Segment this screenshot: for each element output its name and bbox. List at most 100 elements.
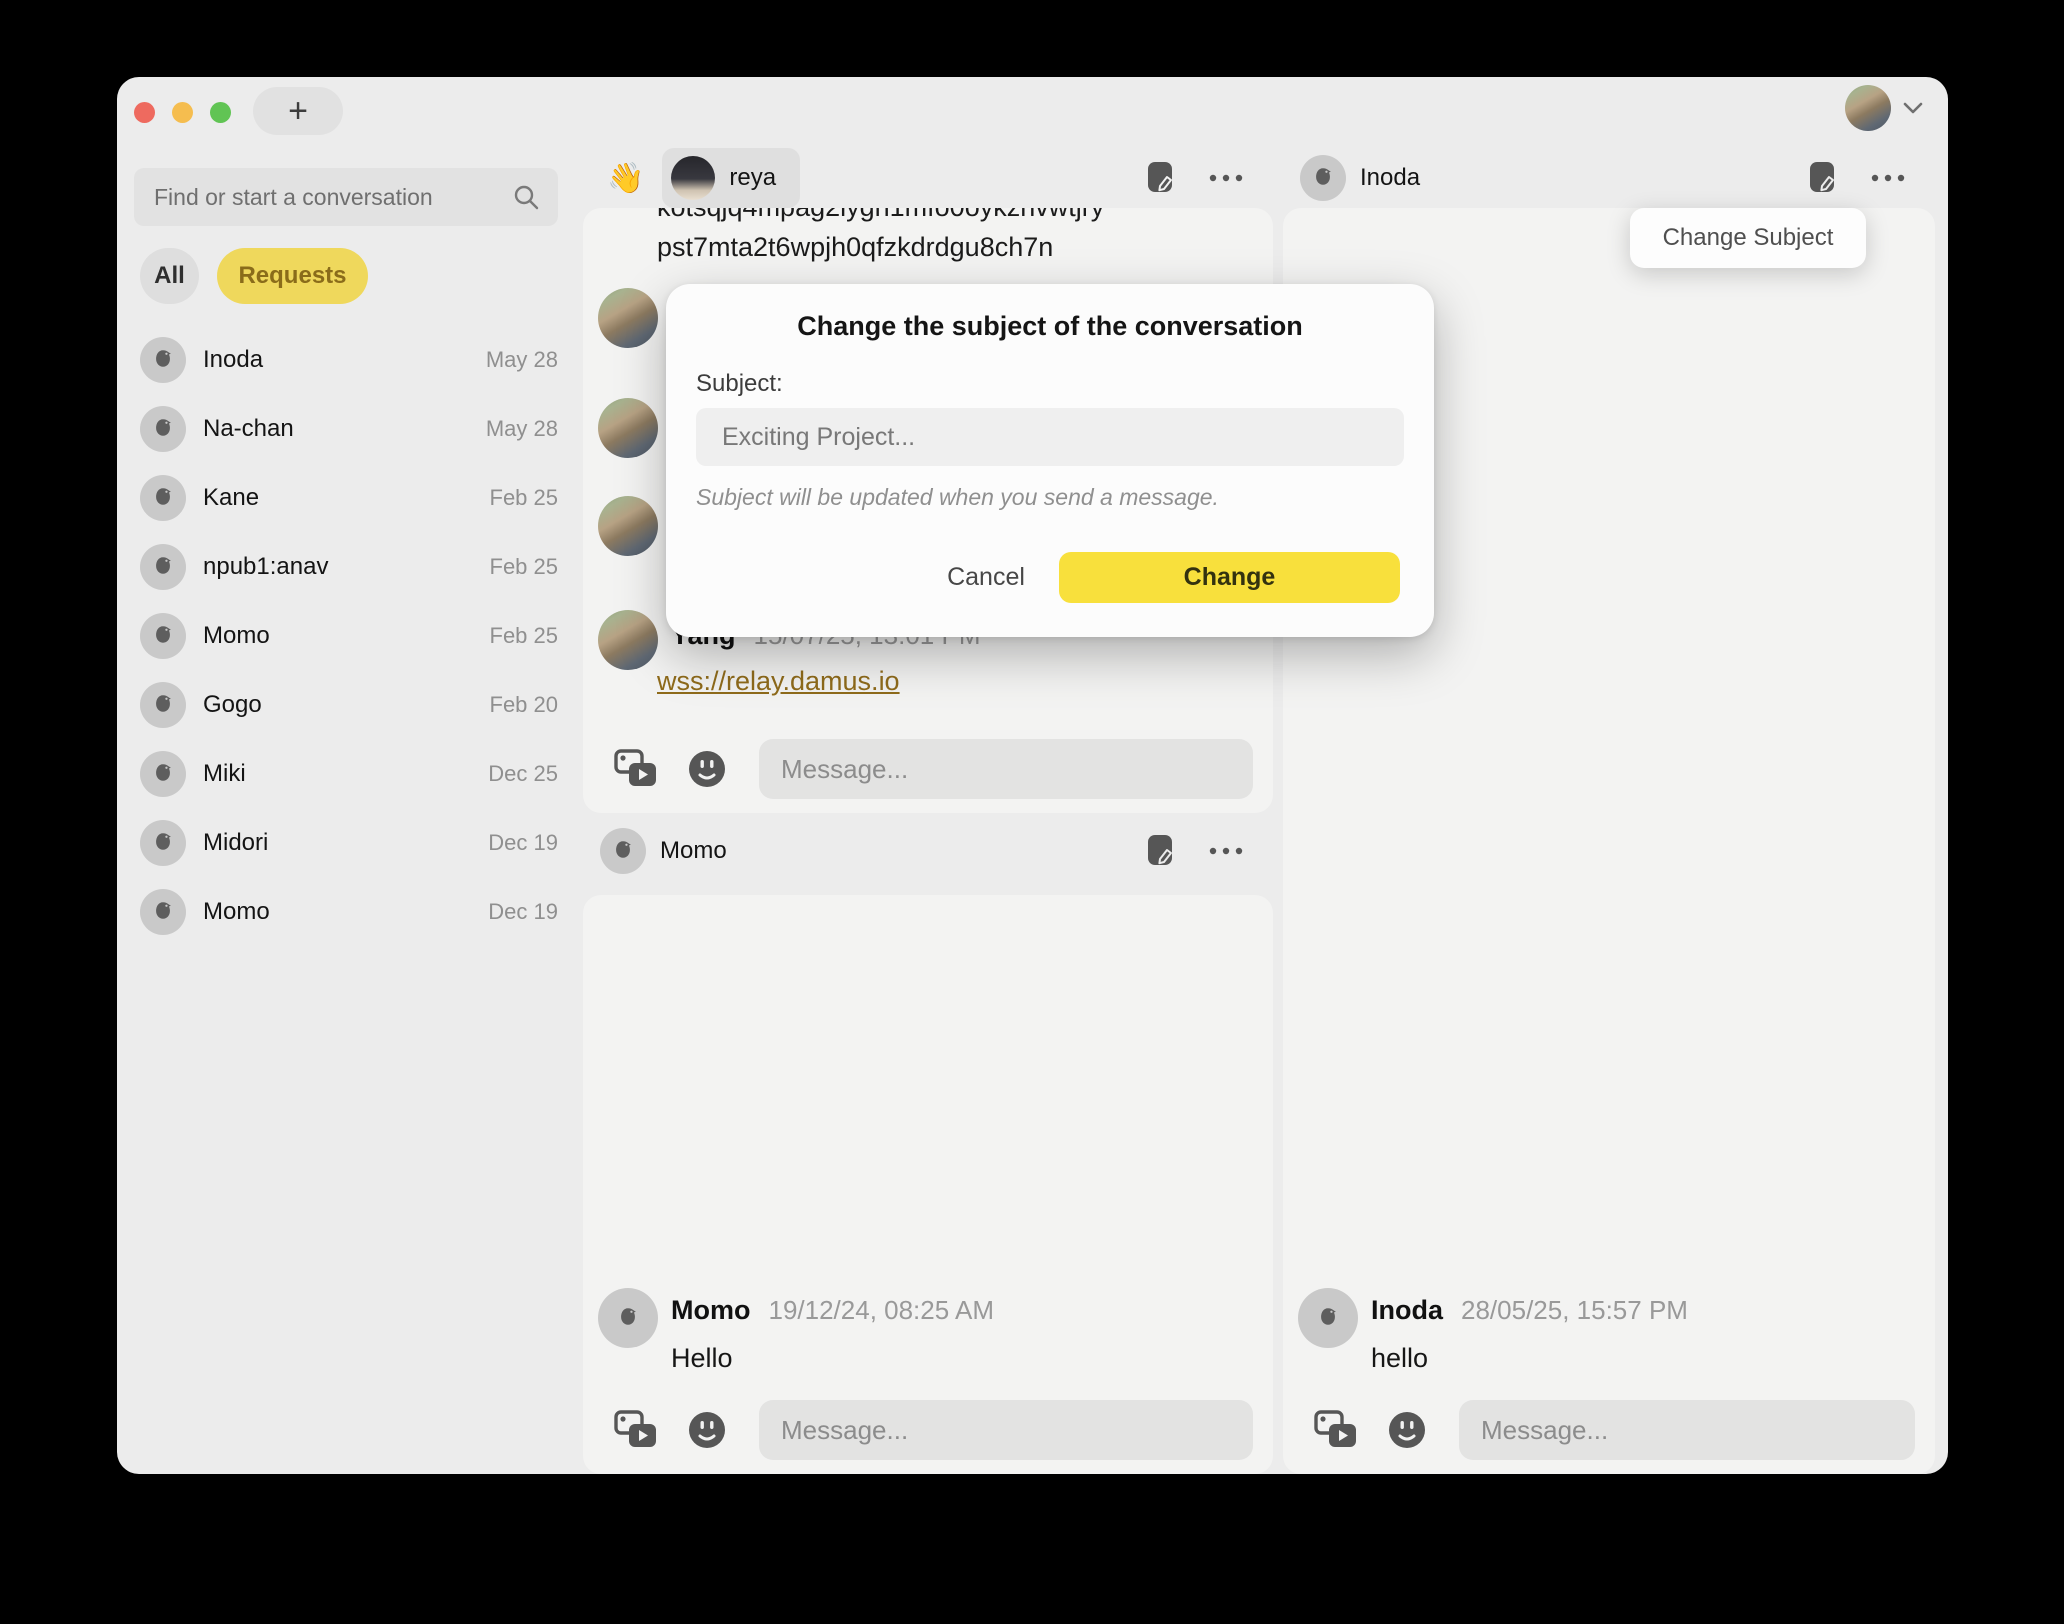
default-avatar-icon	[149, 897, 177, 927]
zoom-button[interactable]	[210, 102, 231, 123]
chat-title-label: Inoda	[1360, 164, 1420, 192]
contact-avatar	[140, 544, 186, 590]
conversation-date: Feb 25	[490, 485, 559, 511]
change-subject-button[interactable]	[1147, 834, 1175, 868]
conversation-list-item[interactable]: MomoDec 19	[117, 877, 575, 946]
contact-name: Gogo	[203, 691, 262, 719]
conversation-list-item[interactable]: npub1:anav Feb 25	[117, 532, 575, 601]
conversation-date: May 28	[486, 416, 558, 442]
default-avatar-icon	[149, 690, 177, 720]
composer-inoda	[1283, 1400, 1935, 1460]
chat-title-label: Momo	[660, 837, 727, 865]
attach-media-button[interactable]	[1313, 1409, 1359, 1451]
media-icon	[613, 748, 659, 790]
sender-avatar	[1298, 1288, 1358, 1348]
cancel-button[interactable]: Cancel	[901, 552, 1071, 603]
conversation-list-item[interactable]: Inoda May 28	[117, 325, 575, 394]
emoji-button[interactable]	[687, 1410, 727, 1450]
more-options-button[interactable]	[1871, 174, 1905, 182]
contact-name: Inoda	[203, 346, 263, 374]
wave-emoji[interactable]: 👋	[607, 161, 644, 196]
conversation-list-item[interactable]: Momo Feb 25	[117, 601, 575, 670]
member-avatar	[598, 398, 658, 458]
change-subject-dialog: Change the subject of the conversation S…	[666, 284, 1434, 637]
filter-requests-tab[interactable]: Requests	[217, 248, 368, 304]
media-icon	[613, 1409, 659, 1451]
filter-all-tab[interactable]: All	[140, 248, 199, 304]
default-avatar-icon	[149, 552, 177, 582]
conversation-date: Feb 25	[490, 623, 559, 649]
attach-media-button[interactable]	[613, 748, 659, 790]
emoji-button[interactable]	[1387, 1410, 1427, 1450]
contact-name: npub1:anav	[203, 553, 328, 581]
momo-avatar	[600, 828, 646, 874]
change-button[interactable]: Change	[1059, 552, 1400, 603]
default-avatar-icon	[149, 759, 177, 789]
more-options-button[interactable]	[1209, 174, 1243, 182]
change-subject-button[interactable]	[1147, 161, 1175, 195]
search-input[interactable]	[154, 184, 512, 211]
default-avatar-icon	[149, 828, 177, 858]
contact-name: Midori	[203, 829, 268, 857]
default-avatar-icon	[1314, 1303, 1342, 1333]
ellipsis-icon	[1871, 174, 1905, 182]
emoji-button[interactable]	[687, 749, 727, 789]
contact-avatar	[140, 406, 186, 452]
chat-title-reya[interactable]: reya	[662, 148, 800, 208]
app-window: + All Requests Inoda May 28 Na-chan May 28 K…	[117, 77, 1948, 1474]
account-menu[interactable]	[1845, 85, 1923, 131]
contact-name: Miki	[203, 760, 246, 788]
conversation-date: Feb 25	[490, 554, 559, 580]
conversation-list-item[interactable]: KaneFeb 25	[117, 463, 575, 532]
composer-reya	[583, 739, 1273, 799]
new-tab-button[interactable]: +	[253, 87, 343, 135]
conversation-date: Dec 19	[488, 899, 558, 925]
search-field[interactable]	[134, 168, 558, 226]
chevron-down-icon	[1903, 101, 1923, 115]
contact-name: Na-chan	[203, 415, 294, 443]
close-button[interactable]	[134, 102, 155, 123]
sender-avatar	[598, 610, 658, 670]
chat-title-inoda[interactable]: Inoda	[1283, 155, 1420, 201]
default-avatar-icon	[149, 345, 177, 375]
default-avatar-icon	[609, 836, 637, 866]
message-text: hello	[1371, 1343, 1428, 1374]
message-input[interactable]	[759, 1400, 1253, 1460]
reya-avatar	[671, 156, 715, 200]
npub-text-clipped: kotsqjq4mpag2lygh1mfo0oykznvwtjry	[657, 208, 1104, 223]
chat-panel-momo: Momo 19/12/24, 08:25 AM Hello	[583, 895, 1273, 1474]
default-avatar-icon	[149, 483, 177, 513]
more-options-button[interactable]	[1209, 847, 1243, 855]
emoji-icon	[687, 749, 727, 789]
conversation-list-item[interactable]: MikiDec 25	[117, 739, 575, 808]
contact-name: Momo	[203, 622, 270, 650]
message-text: Hello	[671, 1343, 733, 1374]
conversation-date: May 28	[486, 347, 558, 373]
change-subject-tooltip: Change Subject	[1630, 208, 1866, 268]
inoda-avatar	[1300, 155, 1346, 201]
conversation-list-item[interactable]: Midori Dec 19	[117, 808, 575, 877]
subject-helper-text: Subject will be updated when you send a …	[696, 484, 1219, 511]
subject-input[interactable]	[696, 408, 1404, 466]
change-subject-button[interactable]	[1809, 161, 1837, 195]
default-avatar-icon	[614, 1303, 642, 1333]
conversation-list-item[interactable]: Na-chan May 28	[117, 394, 575, 463]
search-icon	[512, 183, 540, 211]
contact-avatar	[140, 337, 186, 383]
minimize-button[interactable]	[172, 102, 193, 123]
attach-media-button[interactable]	[613, 1409, 659, 1451]
member-avatar	[598, 496, 658, 556]
conversation-list-item[interactable]: GogoFeb 20	[117, 670, 575, 739]
conversation-date: Dec 19	[488, 830, 558, 856]
sender-name: Momo	[671, 1295, 750, 1326]
message-timestamp: 28/05/25, 15:57 PM	[1461, 1295, 1688, 1326]
relay-link[interactable]: wss://relay.damus.io	[657, 666, 900, 697]
conversation-filters: All Requests	[140, 248, 368, 304]
chat-header-inoda: Inoda	[1283, 148, 1935, 208]
contact-avatar	[140, 613, 186, 659]
window-controls	[134, 102, 231, 123]
chat-header-reya: 👋 reya	[583, 148, 1273, 208]
chat-title-momo[interactable]: Momo	[583, 828, 727, 874]
message-input[interactable]	[759, 739, 1253, 799]
message-input[interactable]	[1459, 1400, 1915, 1460]
